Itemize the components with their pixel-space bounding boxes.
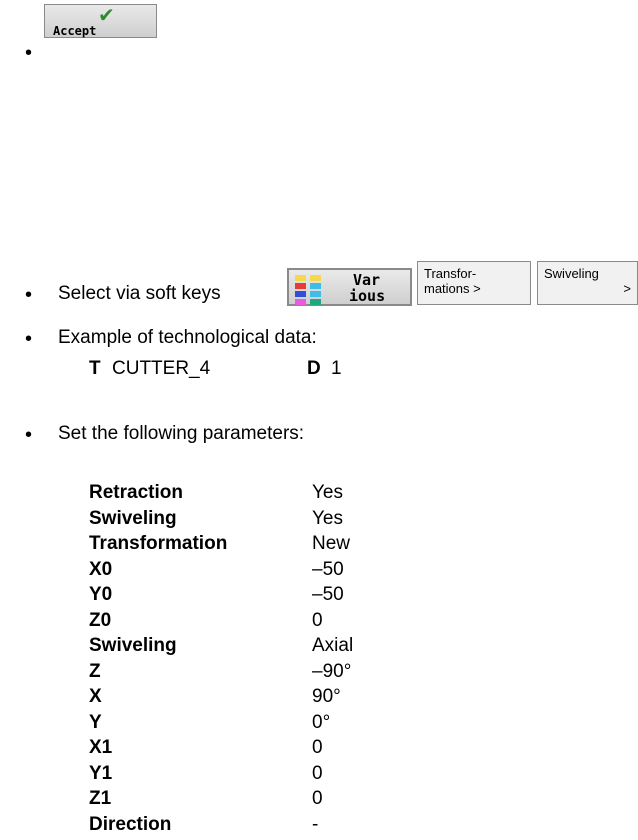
param-value: 90° [312,686,341,707]
param-value: New [312,533,351,554]
param-name: Z [89,660,101,682]
tool-key: T [89,358,101,379]
various-softkey-line2: ious [349,287,386,305]
bullet: • [25,42,33,64]
param-value: Yes [312,482,343,503]
param-name: X [89,686,102,707]
param-name: Transformation [89,533,228,554]
accept-button-label: Accept [53,24,97,38]
transformations-softkey[interactable]: Transfor- mations > [417,261,531,305]
param-value: –50 [312,584,344,605]
softkeys-lead-text: Select via soft keys [58,283,221,304]
bullet: • [25,284,33,306]
param-name: X1 [89,737,113,758]
param-value: –50 [312,558,344,580]
param-name: Z1 [89,788,112,809]
d-value: 1 [331,358,342,379]
param-value: Axial [312,635,354,656]
param-name: Z0 [89,609,112,631]
param-name: Direction [89,813,172,835]
param-value: –90° [312,660,352,682]
swiveling-softkey-line2: > [623,281,631,296]
various-softkey[interactable]: Var ious [287,268,412,306]
param-value: Yes [312,507,343,529]
param-name: Swiveling [89,507,177,529]
tool-value: CUTTER_4 [112,358,211,379]
param-value: 0 [312,762,323,784]
param-name: Retraction [89,482,183,503]
tech-data-heading: Example of technological data: [58,327,317,348]
swiveling-softkey-line1: Swiveling [544,266,599,281]
transformations-softkey-line1: Transfor- [424,266,477,281]
bullet: • [25,328,33,350]
params-heading: Set the following parameters: [58,423,305,444]
param-name: Swiveling [89,635,177,656]
param-value: 0 [312,788,323,809]
param-name: Y0 [89,584,113,605]
bullet: • [25,424,33,446]
param-name: Y [89,711,102,733]
param-name: Y1 [89,762,113,784]
param-value: - [312,813,319,835]
param-value: 0 [312,737,323,758]
swiveling-softkey[interactable]: Swiveling > [537,261,638,305]
param-name: X0 [89,558,113,580]
checkmark-icon: ✔ [98,3,115,27]
d-key: D [307,358,321,379]
param-value: 0° [312,711,331,733]
param-value: 0 [312,609,323,631]
transformations-softkey-line2: mations > [424,281,481,296]
accept-button[interactable]: ✔ Accept [44,3,157,38]
